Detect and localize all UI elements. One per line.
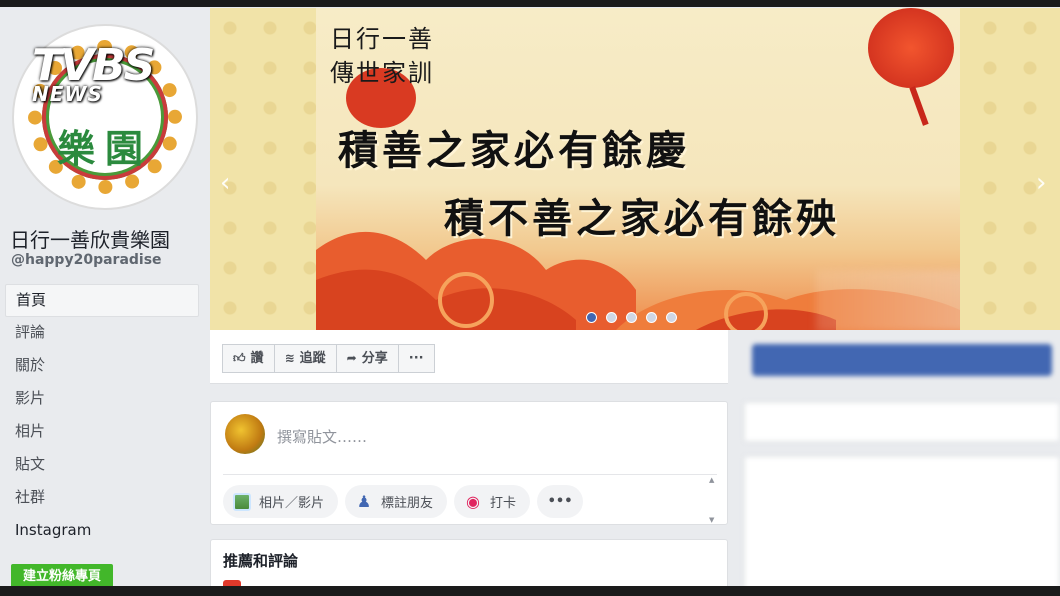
page-action-bar: 👍︎ 讚 ≋ 追蹤 ➦ 分享 ···	[210, 330, 728, 384]
follow-button[interactable]: ≋ 追蹤	[274, 344, 337, 373]
slide-indicator	[586, 312, 677, 323]
photo-icon	[233, 492, 251, 511]
video-frame-top	[0, 0, 1060, 7]
slide-dot[interactable]	[646, 312, 657, 323]
nav-item-community[interactable]: 社群	[5, 482, 199, 515]
blurred-box	[744, 456, 1060, 596]
nav-item-reviews[interactable]: 評論	[5, 317, 199, 350]
page-nav: 首頁 評論 關於 影片 相片 貼文 社群 Instagram	[5, 284, 199, 548]
avatar-text: 樂園	[56, 126, 153, 171]
scroll-down-icon[interactable]: ▼	[709, 516, 714, 524]
chevron-right-icon[interactable]: ›	[1036, 168, 1046, 198]
chevron-left-icon[interactable]: ‹	[220, 168, 230, 198]
page-title[interactable]: 日行一善欣貴樂園	[10, 224, 170, 253]
blurred-region	[816, 270, 960, 330]
location-pin-icon: ◉	[466, 491, 481, 511]
video-frame-bottom	[0, 586, 1060, 596]
nav-item-posts[interactable]: 貼文	[5, 449, 199, 482]
motto-small-line2: 傳世家訓	[330, 59, 434, 87]
cover-motto-line1: 積善之家必有餘慶	[338, 127, 690, 174]
tag-friends-button[interactable]: ♟ 標註朋友	[345, 485, 448, 518]
tvbs-news-watermark: TVBS NEWS	[32, 44, 155, 105]
more-label: ···	[408, 351, 424, 366]
lantern-icon	[868, 8, 954, 88]
slide-dot[interactable]	[606, 312, 617, 323]
composer-scrollbar[interactable]: ▲ ▼	[709, 476, 717, 524]
motto-small-line1: 日行一善	[330, 25, 434, 53]
tag-friends-label: 標註朋友	[381, 496, 434, 511]
more-options-button[interactable]: ···	[398, 344, 435, 373]
cover-motto-small: 日行一善 傳世家訓	[330, 22, 434, 90]
share-button[interactable]: ➦ 分享	[336, 344, 399, 373]
nav-item-instagram[interactable]: Instagram	[5, 515, 199, 548]
share-arrow-icon: ➦	[346, 351, 357, 365]
slide-dot[interactable]	[666, 312, 677, 323]
blurred-box	[744, 402, 1060, 442]
photo-video-label: 相片／影片	[259, 496, 325, 511]
composer-avatar	[225, 414, 265, 454]
rss-icon: ≋	[284, 351, 295, 365]
nav-item-photos[interactable]: 相片	[5, 416, 199, 449]
checkin-label: 打卡	[490, 496, 517, 511]
left-sidebar: 樂園 TVBS NEWS 日行一善欣貴樂園 @happy20paradise 首…	[0, 0, 210, 596]
nav-item-videos[interactable]: 影片	[5, 383, 199, 416]
lantern-tassel	[909, 86, 929, 126]
blurred-blue-button	[752, 344, 1052, 376]
like-label: 讚	[250, 351, 264, 366]
composer-more-label: •••	[547, 494, 573, 509]
composer-more-button[interactable]: •••	[537, 485, 584, 518]
scroll-up-icon[interactable]: ▲	[709, 476, 714, 484]
cover-photo[interactable]: 日行一善 傳世家訓 積善之家必有餘慶 積不善之家必有餘殃 ‹ ›	[210, 8, 1060, 330]
tag-friends-icon: ♟	[356, 491, 372, 511]
post-composer: 撰寫貼文…… ▲ ▼ 相片／影片 ♟ 標註朋友 ◉ 打卡 •••	[210, 401, 728, 525]
right-column-blurred	[732, 330, 1060, 596]
action-buttons: 👍︎ 讚 ≋ 追蹤 ➦ 分享 ···	[222, 344, 435, 373]
slide-dot[interactable]	[586, 312, 597, 323]
thumbs-up-icon: 👍︎	[233, 351, 246, 365]
photo-video-button[interactable]: 相片／影片	[223, 485, 339, 518]
cover-motto-line2: 積不善之家必有餘殃	[444, 195, 840, 242]
like-button[interactable]: 👍︎ 讚	[222, 344, 275, 373]
share-label: 分享	[361, 351, 388, 366]
checkin-button[interactable]: ◉ 打卡	[454, 485, 531, 518]
divider	[223, 474, 717, 475]
cover-image: 日行一善 傳世家訓 積善之家必有餘慶 積不善之家必有餘殃	[316, 8, 960, 330]
follow-label: 追蹤	[299, 351, 326, 366]
slide-dot[interactable]	[626, 312, 637, 323]
page-handle[interactable]: @happy20paradise	[11, 252, 162, 268]
composer-input[interactable]: 撰寫貼文……	[277, 426, 367, 447]
nav-item-home[interactable]: 首頁	[5, 284, 199, 317]
reviews-title: 推薦和評論	[223, 552, 299, 570]
composer-options: 相片／影片 ♟ 標註朋友 ◉ 打卡 •••	[223, 485, 584, 518]
nav-item-about[interactable]: 關於	[5, 350, 199, 383]
